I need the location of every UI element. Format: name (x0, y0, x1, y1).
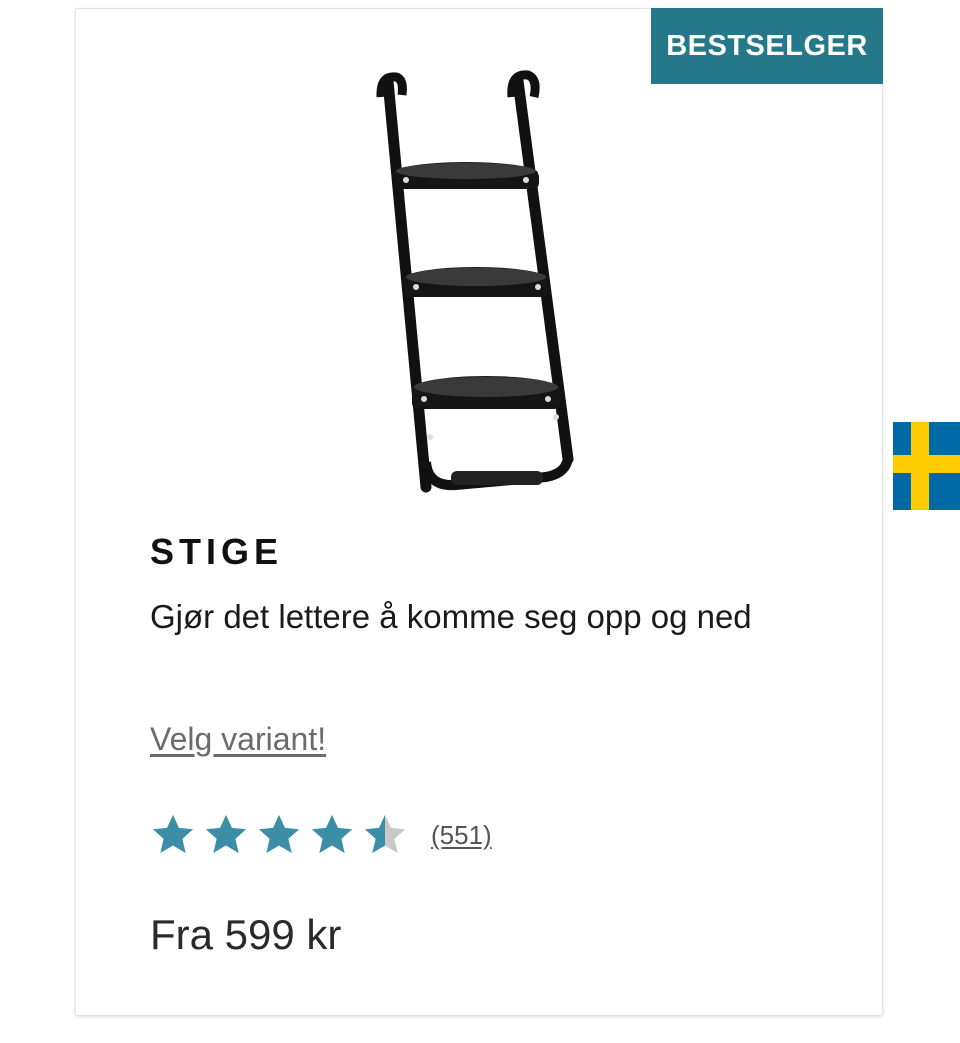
review-count-link[interactable]: (551) (431, 820, 492, 851)
star-icon (258, 814, 300, 854)
product-subtitle: Gjør det lettere å komme seg opp og ned (150, 598, 752, 635)
star-icon (364, 814, 406, 854)
star-icon (205, 814, 247, 854)
bestseller-badge-label: BESTSELGER (666, 29, 868, 62)
product-rating: (551) (150, 809, 492, 861)
rating-stars (150, 812, 415, 858)
product-price: Fra 599 kr (150, 911, 342, 958)
star-icon (311, 814, 353, 854)
product-title[interactable]: STIGE (150, 531, 283, 573)
choose-variant-link[interactable]: Velg variant! (150, 721, 326, 758)
star-icon (152, 814, 194, 854)
ladder-product-image[interactable] (366, 67, 606, 495)
sweden-flag-icon[interactable] (893, 422, 960, 510)
bestseller-badge: BESTSELGER (651, 8, 883, 84)
product-card[interactable]: BESTSELGER STIGE Gjør det lettere å komm… (75, 8, 883, 1016)
